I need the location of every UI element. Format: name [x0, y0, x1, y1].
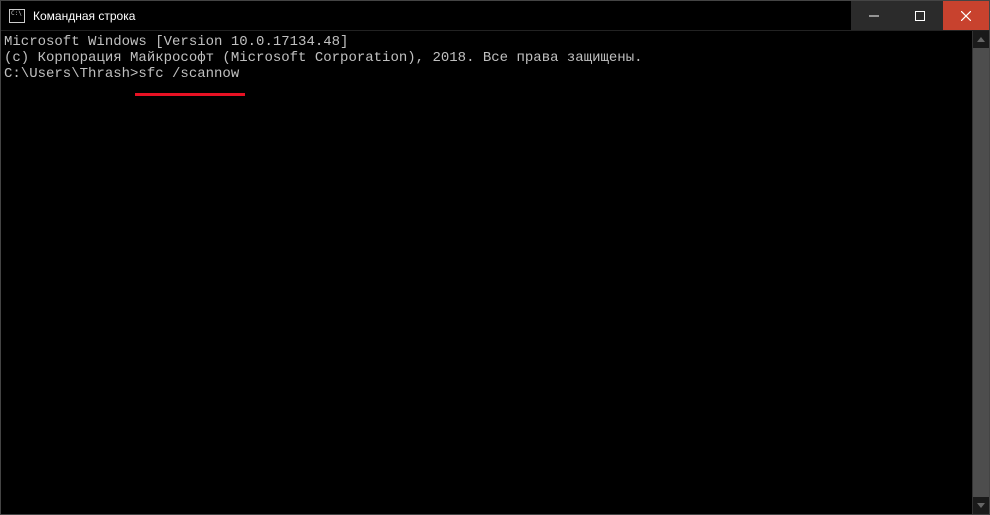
close-icon [961, 11, 971, 21]
command-prompt-window: Командная строка Microsoft Windows [0, 0, 990, 515]
window-title: Командная строка [33, 9, 135, 23]
close-button[interactable] [943, 1, 989, 30]
minimize-button[interactable] [851, 1, 897, 30]
titlebar[interactable]: Командная строка [1, 1, 989, 31]
scroll-up-button[interactable] [973, 31, 989, 48]
scroll-thumb[interactable] [973, 48, 989, 497]
maximize-icon [915, 11, 925, 21]
chevron-down-icon [977, 503, 985, 508]
command-text: sfc /scannow [138, 66, 239, 82]
titlebar-left: Командная строка [1, 9, 135, 23]
console-output[interactable]: Microsoft Windows [Version 10.0.17134.48… [1, 31, 972, 514]
vertical-scrollbar[interactable] [972, 31, 989, 514]
output-line: Microsoft Windows [Version 10.0.17134.48… [4, 34, 969, 50]
prompt-text: C:\Users\Thrash> [4, 66, 138, 82]
scroll-down-button[interactable] [973, 497, 989, 514]
window-controls [851, 1, 989, 30]
prompt-line: C:\Users\Thrash>sfc /scannow [4, 66, 239, 82]
minimize-icon [869, 11, 879, 21]
console-body: Microsoft Windows [Version 10.0.17134.48… [1, 31, 989, 514]
maximize-button[interactable] [897, 1, 943, 30]
chevron-up-icon [977, 37, 985, 42]
annotation-underline [135, 93, 245, 96]
scroll-track[interactable] [973, 48, 989, 497]
cmd-icon [9, 9, 25, 23]
output-line: (c) Корпорация Майкрософт (Microsoft Cor… [4, 50, 969, 66]
